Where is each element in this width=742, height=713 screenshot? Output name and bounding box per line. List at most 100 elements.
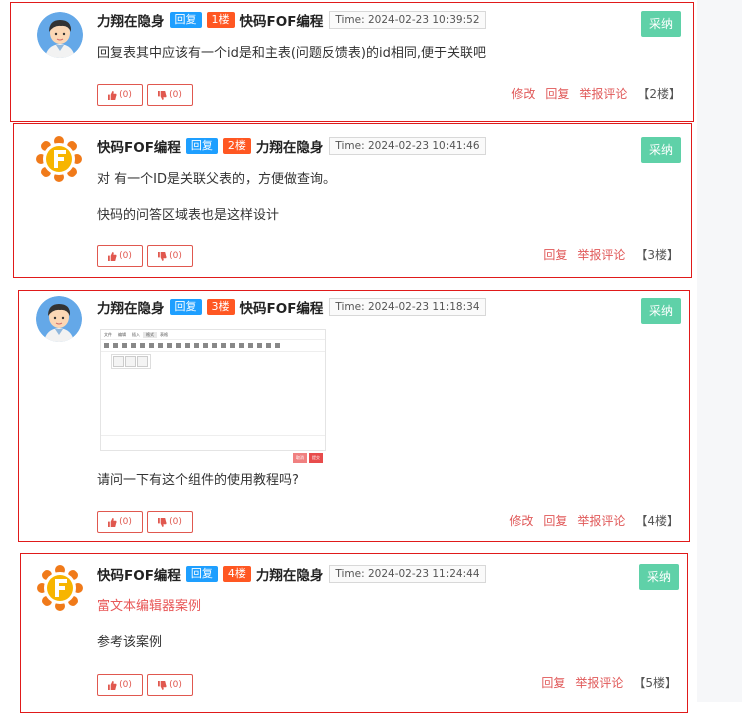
replied-to-name[interactable]: 力翔在隐身 bbox=[256, 564, 324, 584]
accept-button[interactable]: 采纳 bbox=[641, 11, 681, 37]
report-link[interactable]: 举报评论 bbox=[579, 85, 627, 102]
floor-tag: 2楼 bbox=[222, 138, 251, 154]
comment-header: 快码FOF编程 回复 2楼 力翔在隐身 Time: 2024-02-23 10:… bbox=[97, 136, 486, 156]
comment-actions: 回复 举报评论 【5楼】 bbox=[531, 674, 677, 691]
dislike-button[interactable]: (0) bbox=[147, 84, 193, 106]
floor-tag: 3楼 bbox=[206, 299, 235, 315]
user-avatar bbox=[36, 296, 82, 342]
report-link[interactable]: 举报评论 bbox=[577, 512, 625, 529]
reply-link[interactable]: 回复 bbox=[543, 512, 567, 529]
editor-menu-bar: 文件 编辑 插入 格式 表格 bbox=[101, 330, 325, 340]
comment-text: 请问一下有这个组件的使用教程吗? bbox=[97, 473, 299, 488]
author-name[interactable]: 快码FOF编程 bbox=[97, 564, 181, 584]
replied-to-name[interactable]: 力翔在隐身 bbox=[256, 136, 324, 156]
thumbs-up-icon bbox=[108, 680, 117, 690]
reply-tag: 回复 bbox=[185, 138, 218, 154]
comment-header: 快码FOF编程 回复 4楼 力翔在隐身 Time: 2024-02-23 11:… bbox=[97, 564, 486, 584]
editor-popup bbox=[111, 354, 151, 369]
dislike-count: (0) bbox=[169, 517, 182, 527]
author-name[interactable]: 力翔在隐身 bbox=[97, 297, 165, 317]
accept-button[interactable]: 采纳 bbox=[641, 298, 681, 324]
reply-link[interactable]: 回复 bbox=[541, 674, 565, 691]
vote-buttons: (0) (0) bbox=[97, 84, 197, 106]
like-button[interactable]: (0) bbox=[97, 84, 143, 106]
floor-tag: 1楼 bbox=[206, 12, 235, 28]
comment-card: 力翔在隐身 回复 3楼 快码FOF编程 Time: 2024-02-23 11:… bbox=[18, 290, 690, 542]
dislike-button[interactable]: (0) bbox=[147, 511, 193, 533]
fof-logo bbox=[37, 565, 83, 611]
editor-submit-button: 提交 bbox=[309, 453, 323, 463]
editor-menu-item: 文件 bbox=[104, 331, 112, 337]
editor-screenshot: 文件 编辑 插入 格式 表格 取消 提交 bbox=[100, 329, 326, 463]
comment-header: 力翔在隐身 回复 3楼 快码FOF编程 Time: 2024-02-23 11:… bbox=[97, 297, 486, 317]
reply-link[interactable]: 回复 bbox=[545, 85, 569, 102]
vote-buttons: (0) (0) bbox=[97, 245, 197, 267]
reply-tag: 回复 bbox=[185, 566, 218, 582]
author-name[interactable]: 快码FOF编程 bbox=[97, 136, 181, 156]
reply-link[interactable]: 回复 bbox=[543, 246, 567, 263]
editor-toolbar bbox=[101, 340, 325, 352]
comment-text: 回复表其中应该有一个id是和主表(问题反馈表)的id相同,便于关联吧 bbox=[97, 46, 487, 61]
thumbs-up-icon bbox=[108, 517, 117, 527]
comment-text: 参考该案例 bbox=[97, 635, 163, 650]
floor-label: 【5楼】 bbox=[633, 676, 677, 690]
accept-button[interactable]: 采纳 bbox=[639, 564, 679, 590]
timestamp: Time: 2024-02-23 10:39:52 bbox=[329, 11, 486, 29]
thumbs-up-icon bbox=[108, 90, 117, 100]
floor-label: 【2楼】 bbox=[637, 87, 681, 101]
replied-to-name[interactable]: 快码FOF编程 bbox=[240, 297, 324, 317]
timestamp: Time: 2024-02-23 11:18:34 bbox=[329, 298, 486, 316]
dislike-count: (0) bbox=[169, 90, 182, 100]
user-avatar bbox=[37, 12, 83, 58]
report-link[interactable]: 举报评论 bbox=[575, 674, 623, 691]
dislike-button[interactable]: (0) bbox=[147, 674, 193, 696]
comment-actions: 修改 回复 举报评论 【2楼】 bbox=[501, 85, 681, 102]
accept-button[interactable]: 采纳 bbox=[641, 137, 681, 163]
reply-tag: 回复 bbox=[169, 299, 202, 315]
like-button[interactable]: (0) bbox=[97, 245, 143, 267]
comment-text: 对 有一个ID是关联父表的，方便做查询。 bbox=[97, 172, 336, 187]
thumbs-down-icon bbox=[158, 517, 167, 527]
thumbs-down-icon bbox=[158, 680, 167, 690]
comment-card: 快码FOF编程 回复 2楼 力翔在隐身 Time: 2024-02-23 10:… bbox=[13, 123, 692, 278]
edit-link[interactable]: 修改 bbox=[511, 85, 535, 102]
author-name[interactable]: 力翔在隐身 bbox=[97, 10, 165, 30]
like-count: (0) bbox=[119, 517, 132, 527]
thumbs-up-icon bbox=[108, 251, 117, 261]
floor-tag: 4楼 bbox=[222, 566, 251, 582]
editor-menu-item: 格式 bbox=[143, 331, 157, 338]
like-count: (0) bbox=[119, 251, 132, 261]
comment-card: 快码FOF编程 回复 4楼 力翔在隐身 Time: 2024-02-23 11:… bbox=[20, 553, 688, 713]
like-count: (0) bbox=[119, 680, 132, 690]
replied-to-name[interactable]: 快码FOF编程 bbox=[240, 10, 324, 30]
editor-menu-item: 表格 bbox=[160, 331, 168, 337]
editor-cancel-button: 取消 bbox=[293, 453, 307, 463]
reply-tag: 回复 bbox=[169, 12, 202, 28]
like-count: (0) bbox=[119, 90, 132, 100]
floor-label: 【3楼】 bbox=[635, 248, 679, 262]
fof-logo bbox=[36, 136, 82, 182]
editor-menu-item: 插入 bbox=[132, 331, 140, 337]
editor-menu-item: 编辑 bbox=[118, 331, 126, 337]
timestamp: Time: 2024-02-23 11:24:44 bbox=[329, 565, 486, 583]
comment-card: 力翔在隐身 回复 1楼 快码FOF编程 Time: 2024-02-23 10:… bbox=[10, 2, 694, 122]
report-link[interactable]: 举报评论 bbox=[577, 246, 625, 263]
dislike-count: (0) bbox=[169, 251, 182, 261]
edit-link[interactable]: 修改 bbox=[509, 512, 533, 529]
timestamp: Time: 2024-02-23 10:41:46 bbox=[329, 137, 486, 155]
like-button[interactable]: (0) bbox=[97, 674, 143, 696]
vote-buttons: (0) (0) bbox=[97, 674, 197, 696]
page-gutter bbox=[697, 0, 742, 702]
thumbs-down-icon bbox=[158, 251, 167, 261]
comment-actions: 修改 回复 举报评论 【4楼】 bbox=[499, 512, 679, 529]
editor-buttons: 取消 提交 bbox=[291, 453, 323, 463]
comment-actions: 回复 举报评论 【3楼】 bbox=[533, 246, 679, 263]
dislike-button[interactable]: (0) bbox=[147, 245, 193, 267]
comment-header: 力翔在隐身 回复 1楼 快码FOF编程 Time: 2024-02-23 10:… bbox=[97, 10, 486, 30]
comment-text: 快码的问答区域表也是这样设计 bbox=[97, 208, 280, 223]
thumbs-down-icon bbox=[158, 90, 167, 100]
like-button[interactable]: (0) bbox=[97, 511, 143, 533]
floor-label: 【4楼】 bbox=[635, 514, 679, 528]
vote-buttons: (0) (0) bbox=[97, 511, 197, 533]
case-link[interactable]: 富文本编辑器案例 bbox=[97, 595, 201, 614]
